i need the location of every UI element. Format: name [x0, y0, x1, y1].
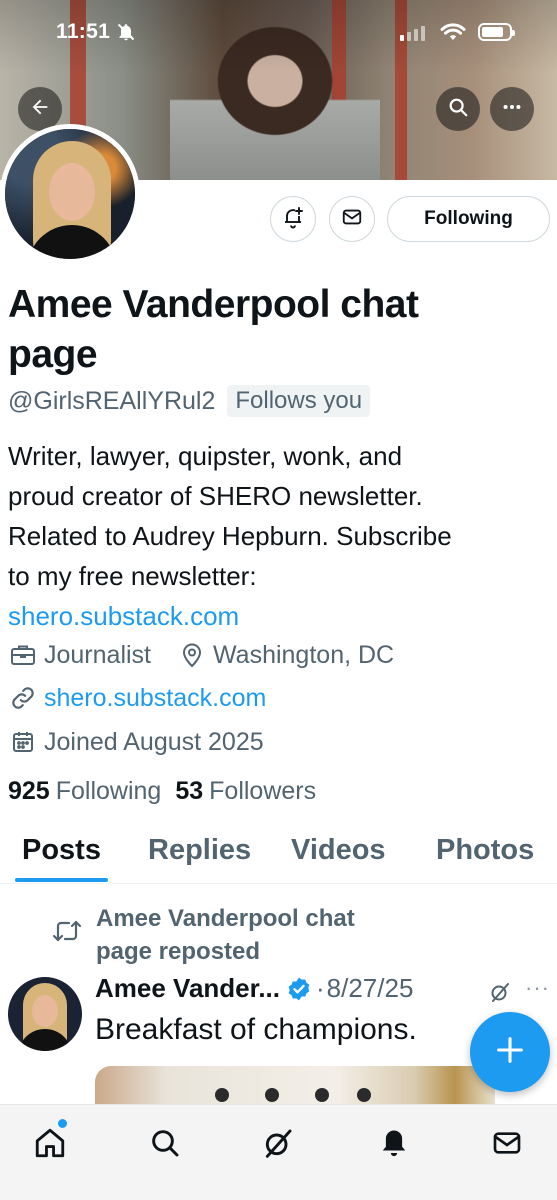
tab-replies[interactable]: Replies	[148, 834, 251, 867]
home-icon[interactable]	[30, 1123, 70, 1163]
post-image[interactable]	[95, 1066, 495, 1106]
cellular-signal-icon	[400, 26, 425, 41]
calendar-icon	[8, 727, 38, 757]
post-more-icon[interactable]: ···	[525, 975, 550, 1001]
repost-label[interactable]: Amee Vanderpool chat	[96, 902, 416, 935]
battery-icon	[478, 23, 515, 41]
mail-icon	[341, 206, 363, 233]
link-icon	[8, 683, 38, 713]
bio-line: Related to Audrey Hepburn. Subscribe	[8, 521, 452, 551]
bottom-navigation	[0, 1104, 557, 1200]
active-tab-indicator	[15, 878, 108, 882]
search-icon	[447, 96, 469, 123]
mail-icon[interactable]	[487, 1123, 527, 1163]
status-bar: 11:51	[0, 0, 557, 64]
profile-display-name: Amee Vanderpool chat page	[8, 283, 419, 376]
location: Washington, DC	[213, 640, 395, 669]
wifi-icon	[440, 22, 466, 47]
repost-label: page reposted	[96, 938, 261, 965]
plus-icon	[493, 1033, 527, 1072]
profile-tabs: Posts Replies Videos Photos	[0, 822, 557, 884]
following-count: 925	[8, 777, 50, 805]
search-icon[interactable]	[145, 1123, 185, 1163]
profile-avatar[interactable]	[0, 124, 140, 264]
more-horizontal-icon	[501, 96, 523, 123]
arrow-left-icon	[29, 96, 51, 123]
profile-bio: Writer, lawyer, quipster, wonk, and prou…	[8, 436, 548, 636]
bio-link[interactable]: shero.substack.com	[8, 596, 548, 636]
briefcase-icon	[8, 640, 38, 670]
post-date: 8/27/25	[326, 973, 414, 1003]
silent-mode-icon	[116, 22, 136, 47]
joined-date: Joined August 2025	[44, 727, 264, 756]
tab-photos[interactable]: Photos	[436, 834, 534, 867]
tab-posts[interactable]: Posts	[22, 834, 101, 867]
grok-icon[interactable]	[488, 980, 512, 1009]
bell-icon[interactable]	[374, 1123, 414, 1163]
following-stat[interactable]: 925 Following	[8, 777, 161, 806]
followers-label: Followers	[209, 777, 317, 805]
message-button[interactable]	[329, 196, 375, 242]
verified-badge-icon	[286, 976, 312, 1002]
website-link[interactable]: shero.substack.com	[44, 684, 266, 713]
tab-videos[interactable]: Videos	[291, 834, 386, 867]
notifications-button[interactable]	[270, 196, 316, 242]
followers-stat[interactable]: 53 Followers	[175, 777, 316, 806]
search-button[interactable]	[436, 87, 480, 131]
location-pin-icon	[177, 640, 207, 670]
follow-stats: 925 Following 53 Followers	[8, 777, 316, 806]
bio-line: Writer, lawyer, quipster, wonk, and	[8, 441, 403, 471]
more-button[interactable]	[490, 87, 534, 131]
post-text: Breakfast of champions.	[95, 1013, 417, 1046]
followers-count: 53	[175, 777, 204, 805]
post-header: Amee Vander... · 8/27/25	[95, 973, 413, 1004]
profile-joined-row: Joined August 2025	[8, 727, 264, 757]
bell-plus-icon	[281, 205, 305, 234]
handle-row: @GirlsREAllYRul2 Follows you	[8, 385, 371, 417]
repost-context: Amee Vanderpool chat page reposted	[52, 902, 416, 968]
repost-icon	[52, 902, 82, 968]
bio-line: to my free newsletter:	[8, 561, 257, 591]
post-author-avatar[interactable]	[8, 977, 82, 1051]
profile-website-row: shero.substack.com	[8, 683, 266, 713]
profession: Journalist	[44, 640, 151, 669]
post-author-name[interactable]: Amee Vander...	[95, 973, 280, 1004]
compose-post-button[interactable]	[470, 1012, 550, 1092]
profile-handle: @GirlsREAllYRul2	[8, 386, 216, 415]
bio-line: proud creator of SHERO newsletter.	[8, 481, 423, 511]
grok-icon[interactable]	[258, 1123, 298, 1163]
post-date-separator: ·	[315, 973, 325, 1003]
following-button[interactable]: Following	[387, 196, 550, 242]
following-label: Following	[55, 777, 162, 805]
follows-you-badge: Follows you	[227, 385, 371, 417]
status-time: 11:51	[56, 20, 111, 43]
home-unread-dot	[58, 1119, 67, 1128]
profile-meta-row: Journalist Washington, DC	[8, 640, 394, 670]
